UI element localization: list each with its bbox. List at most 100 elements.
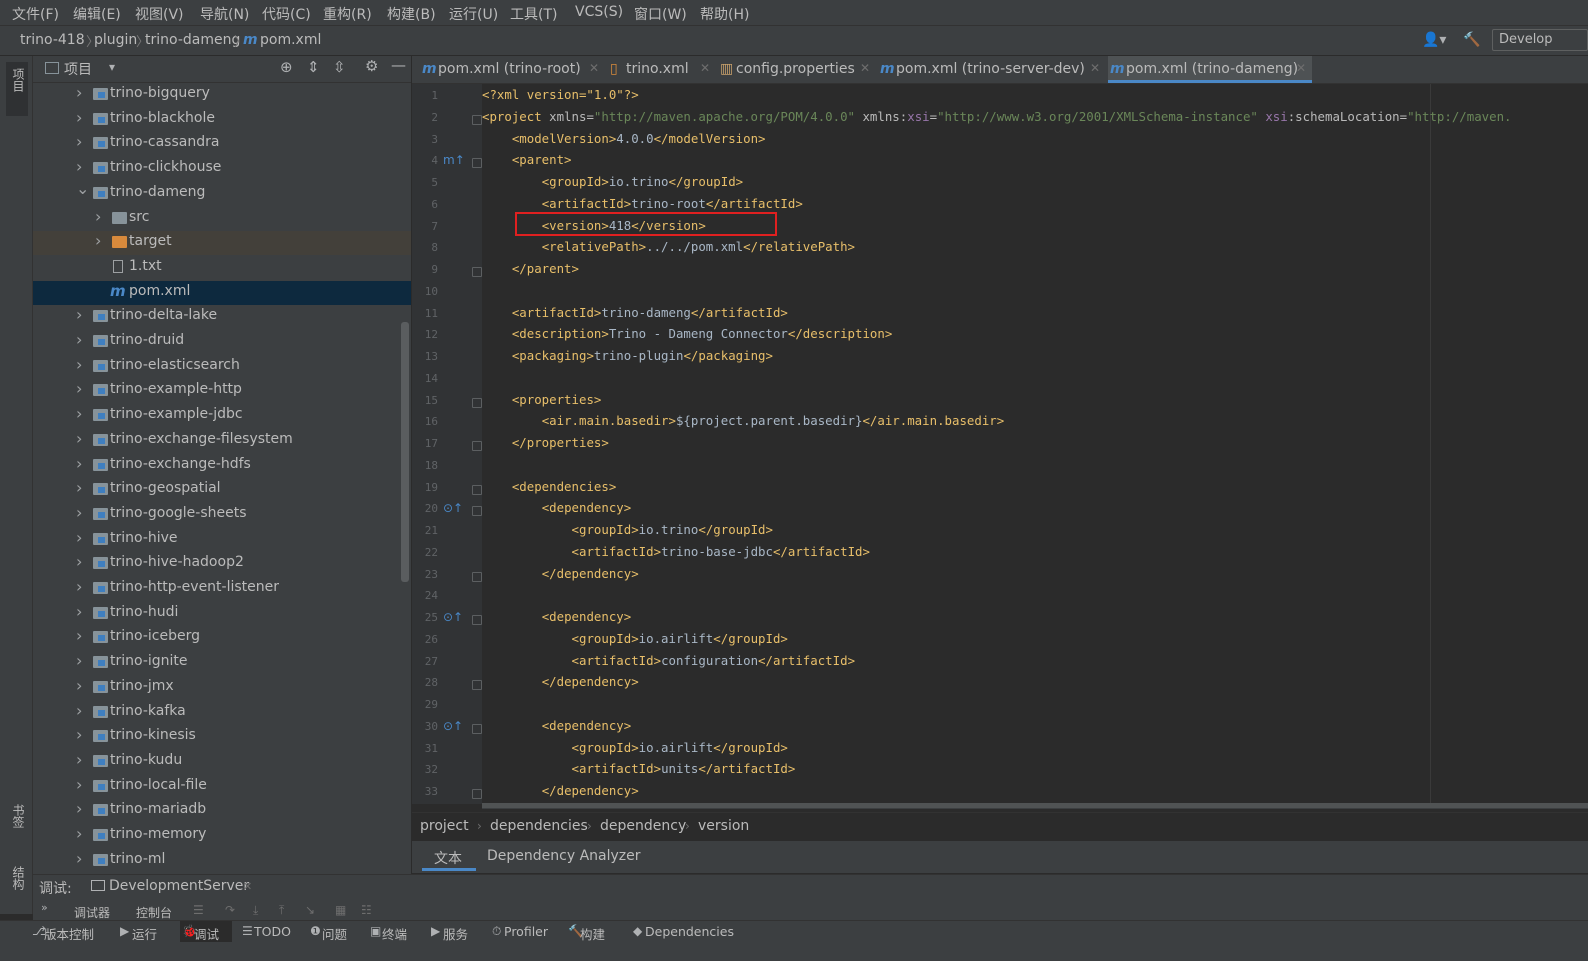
tree-item-trino-mariadb[interactable]: › trino-mariadb bbox=[33, 799, 411, 823]
tree-item-target[interactable]: › target bbox=[33, 231, 411, 256]
chevron-right-icon[interactable]: › bbox=[95, 231, 101, 250]
minimize-icon[interactable]: — bbox=[391, 56, 406, 74]
chevron-right-icon[interactable]: › bbox=[76, 602, 82, 621]
chevron-right-icon[interactable]: › bbox=[76, 799, 82, 818]
fold-marker-icon[interactable] bbox=[472, 615, 482, 625]
chevron-right-icon[interactable]: › bbox=[76, 528, 82, 547]
project-panel-title[interactable]: 项目 bbox=[64, 59, 92, 79]
tree-item-trino-cassandra[interactable]: › trino-cassandra bbox=[33, 132, 411, 156]
project-tree-scrollbar[interactable] bbox=[401, 322, 409, 582]
fold-marker-icon[interactable] bbox=[472, 680, 482, 691]
close-icon[interactable]: ✕ bbox=[589, 61, 599, 75]
tree-item-trino-blackhole[interactable]: › trino-blackhole bbox=[33, 108, 411, 132]
breadcrumb-root[interactable]: trino-418 bbox=[20, 32, 85, 48]
locate-icon[interactable]: ⊕ bbox=[280, 58, 293, 76]
chevron-right-icon[interactable]: › bbox=[76, 108, 82, 127]
close-icon[interactable]: ✕ bbox=[1296, 61, 1306, 75]
tree-item-trino-exchange-hdfs[interactable]: › trino-exchange-hdfs bbox=[33, 454, 411, 478]
chevron-right-icon[interactable]: › bbox=[76, 478, 82, 497]
chevron-right-icon[interactable]: › bbox=[76, 429, 82, 448]
fold-marker-icon[interactable] bbox=[472, 441, 482, 451]
breadcrumb-plugin[interactable]: plugin bbox=[94, 32, 137, 48]
tree-item-trino-hudi[interactable]: › trino-hudi bbox=[33, 602, 411, 626]
chevron-right-icon[interactable]: › bbox=[76, 824, 82, 843]
editor-breadcrumb-dependencies[interactable]: dependencies bbox=[490, 818, 588, 834]
chevron-right-icon[interactable]: › bbox=[76, 750, 82, 769]
fold-marker-icon[interactable] bbox=[472, 158, 482, 169]
fold-marker-icon[interactable] bbox=[472, 789, 482, 799]
tree-item-trino-geospatial[interactable]: › trino-geospatial bbox=[33, 478, 411, 502]
menu-item-11[interactable]: 帮助(H) bbox=[700, 4, 749, 24]
tree-item-trino-example-http[interactable]: › trino-example-http bbox=[33, 379, 411, 403]
chevron-right-icon[interactable]: › bbox=[76, 404, 82, 423]
fold-marker-icon[interactable] bbox=[472, 506, 482, 517]
menu-item-1[interactable]: 编辑(E) bbox=[73, 4, 121, 24]
editor-tab-4[interactable]: m pom.xml (trino-dameng) ✕ bbox=[1108, 56, 1312, 83]
tree-item-trino-kafka[interactable]: › trino-kafka bbox=[33, 701, 411, 725]
chevron-right-icon[interactable]: › bbox=[76, 454, 82, 473]
tree-item-trino-hive-hadoop2[interactable]: › trino-hive-hadoop2 bbox=[33, 552, 411, 576]
tree-item-trino-exchange-filesystem[interactable]: › trino-exchange-filesystem bbox=[33, 429, 411, 453]
chevron-right-icon[interactable]: › bbox=[76, 132, 82, 151]
console-tab[interactable]: 控制台 bbox=[136, 904, 172, 921]
editor-tab-3[interactable]: m pom.xml (trino-server-dev) ✕ bbox=[878, 56, 1106, 83]
fold-marker-icon[interactable] bbox=[472, 397, 482, 408]
hammer-build-icon[interactable]: 🔨 bbox=[1463, 32, 1480, 48]
chevron-right-icon[interactable]: › bbox=[76, 775, 82, 794]
chevron-right-icon[interactable]: › bbox=[76, 83, 82, 102]
menu-icon[interactable]: ☰ bbox=[193, 903, 204, 917]
tree-item-trino-druid[interactable]: › trino-druid bbox=[33, 330, 411, 354]
tool-window-2[interactable]: 🐞 调试 bbox=[180, 921, 232, 943]
fold-marker-icon[interactable] bbox=[472, 484, 482, 495]
fold-marker-icon[interactable] bbox=[472, 267, 482, 277]
breadcrumb-module[interactable]: trino-dameng bbox=[145, 32, 240, 48]
chevron-right-icon[interactable]: › bbox=[76, 701, 82, 720]
editor-horizontal-scrollbar[interactable] bbox=[482, 803, 1588, 808]
chevron-right-icon[interactable]: › bbox=[76, 676, 82, 695]
step-into-icon[interactable]: ⤓ bbox=[253, 903, 258, 918]
tree-item-trino-kudu[interactable]: › trino-kudu bbox=[33, 750, 411, 774]
override-icon[interactable]: ⊙↑ bbox=[443, 610, 463, 624]
tree-item-trino-ignite[interactable]: › trino-ignite bbox=[33, 651, 411, 675]
menu-item-8[interactable]: 工具(T) bbox=[510, 4, 557, 24]
editor-breadcrumb-project[interactable]: project bbox=[420, 818, 469, 834]
tree-item-trino-ml[interactable]: › trino-ml bbox=[33, 849, 411, 873]
fold-marker-icon[interactable] bbox=[472, 571, 482, 582]
step-out-icon[interactable]: ⤒ bbox=[279, 903, 284, 918]
gear-icon[interactable]: ⚙ bbox=[365, 57, 378, 75]
chevron-right-icon[interactable]: › bbox=[76, 552, 82, 571]
editor-tab-2[interactable]: ▥ config.properties ✕ bbox=[718, 56, 876, 83]
menu-item-7[interactable]: 运行(U) bbox=[449, 4, 498, 24]
close-icon[interactable]: ✕ bbox=[860, 61, 870, 75]
tree-item-trino-jmx[interactable]: › trino-jmx bbox=[33, 676, 411, 700]
user-icon[interactable]: 👤▾ bbox=[1422, 32, 1446, 48]
dependency-analyzer-tab[interactable]: Dependency Analyzer bbox=[487, 848, 641, 864]
trace-icon[interactable]: ☷ bbox=[361, 903, 372, 917]
tree-item-trino-iceberg[interactable]: › trino-iceberg bbox=[33, 626, 411, 650]
tree-item-trino-local-file[interactable]: › trino-local-file bbox=[33, 775, 411, 799]
tree-item-trino-clickhouse[interactable]: › trino-clickhouse bbox=[33, 157, 411, 181]
tree-item-trino-delta-lake[interactable]: › trino-delta-lake bbox=[33, 305, 411, 329]
run-config-selector[interactable]: Develop bbox=[1492, 29, 1588, 51]
chevron-down-icon[interactable]: ⌄ bbox=[76, 179, 89, 198]
chevron-right-icon[interactable]: › bbox=[95, 207, 101, 226]
evaluate-icon[interactable]: ▦ bbox=[335, 903, 346, 917]
chevron-right-icon[interactable]: › bbox=[76, 305, 82, 324]
tree-item-trino-kinesis[interactable]: › trino-kinesis bbox=[33, 725, 411, 749]
tree-item-trino-http-event-listener[interactable]: › trino-http-event-listener bbox=[33, 577, 411, 601]
debug-config-tab[interactable]: DevelopmentServer bbox=[109, 878, 249, 894]
editor-breadcrumb-version[interactable]: version bbox=[698, 818, 749, 834]
chevron-right-icon[interactable]: › bbox=[76, 355, 82, 374]
tree-item-1-txt[interactable]: 1.txt bbox=[33, 256, 411, 280]
tree-item-pom-xml[interactable]: m pom.xml bbox=[33, 280, 411, 305]
override-icon[interactable]: ⊙↑ bbox=[443, 719, 463, 733]
menu-item-9[interactable]: VCS(S) bbox=[575, 4, 623, 20]
close-icon[interactable]: ✕ bbox=[243, 880, 252, 893]
tree-item-trino-example-jdbc[interactable]: › trino-example-jdbc bbox=[33, 404, 411, 428]
menu-item-2[interactable]: 视图(V) bbox=[135, 4, 184, 24]
tree-item-src[interactable]: › src bbox=[33, 207, 411, 231]
chevron-right-icon[interactable]: › bbox=[76, 379, 82, 398]
tree-item-trino-memory[interactable]: › trino-memory bbox=[33, 824, 411, 848]
fold-marker-icon[interactable] bbox=[472, 114, 482, 125]
run-to-cursor-icon[interactable]: ↘ bbox=[305, 903, 315, 917]
